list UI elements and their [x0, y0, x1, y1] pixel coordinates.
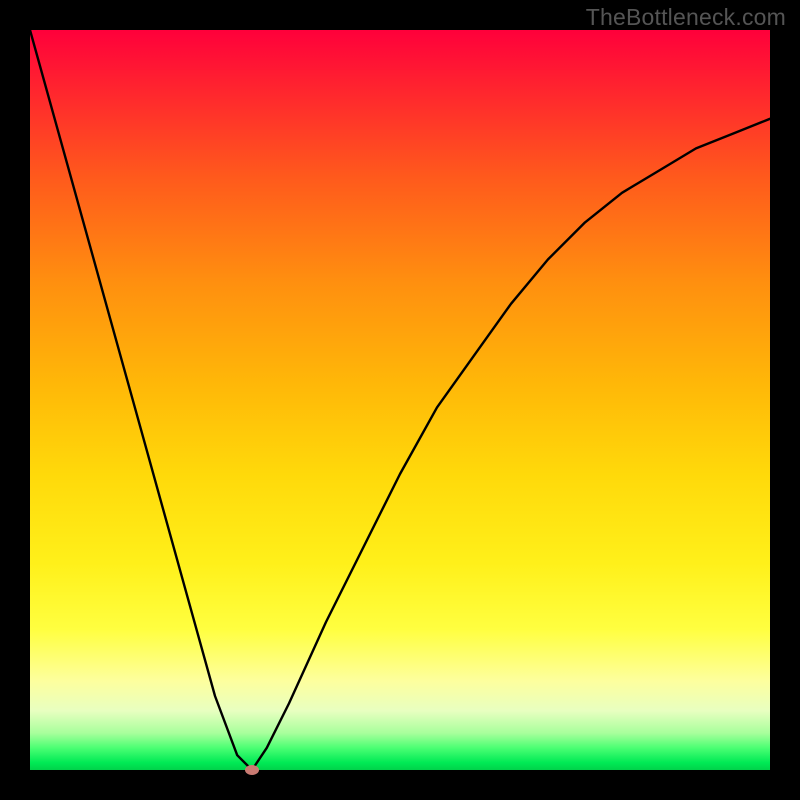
- chart-container: TheBottleneck.com: [0, 0, 800, 800]
- optimum-root-marker: [245, 765, 259, 775]
- watermark-text: TheBottleneck.com: [586, 4, 786, 31]
- chart-svg: [30, 30, 770, 770]
- bottleneck-curve: [30, 30, 770, 770]
